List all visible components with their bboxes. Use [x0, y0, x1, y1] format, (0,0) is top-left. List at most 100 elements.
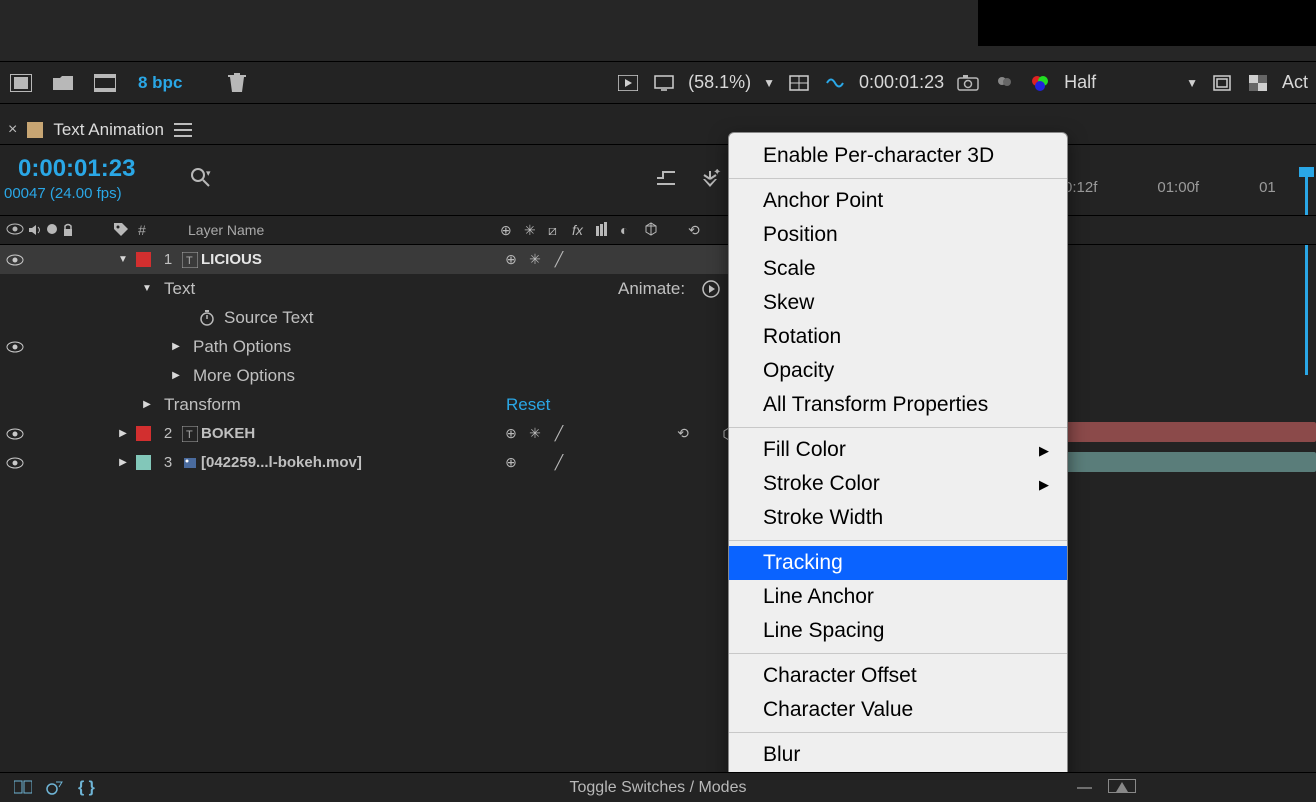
animate-menu-button[interactable] — [702, 280, 720, 298]
twirl-right-icon[interactable]: ▶ — [169, 370, 183, 381]
zoom-slider-icon[interactable] — [1108, 779, 1136, 793]
path-options-row[interactable]: ▶ Path Options — [0, 332, 728, 361]
viewer-timecode[interactable]: 0:00:01:23 — [859, 72, 944, 93]
color-management-icon[interactable] — [1028, 72, 1052, 94]
tab-menu-icon[interactable] — [174, 123, 192, 137]
tab-title[interactable]: Text Animation — [53, 120, 164, 140]
adjustment-column-icon[interactable]: ◐ — [620, 222, 638, 239]
more-options-row[interactable]: ▶ More Options — [0, 361, 728, 390]
layer-row[interactable]: ▶ 2 T BOKEH ⊕ ✳ ╱ ⟲ — [0, 419, 728, 448]
menu-item-fill-color[interactable]: Fill Color — [729, 433, 1067, 467]
quality-switch[interactable]: ╱ — [550, 425, 568, 443]
layer-bar[interactable] — [1064, 452, 1316, 472]
menu-item-blur[interactable]: Blur — [729, 738, 1067, 772]
text-group-row[interactable]: ▼ Text Animate: — [0, 274, 728, 303]
channels-icon[interactable] — [992, 72, 1016, 94]
active-camera-label[interactable]: Act — [1282, 72, 1308, 93]
solo-column-icon[interactable] — [46, 223, 58, 237]
trash-icon[interactable] — [224, 72, 250, 94]
current-time-display[interactable]: 0:00:01:23 — [18, 155, 135, 183]
menu-item-character-value[interactable]: Character Value — [729, 693, 1067, 727]
layer-color-chip[interactable] — [136, 455, 151, 470]
layer-bar[interactable] — [1064, 422, 1316, 442]
shy-switch[interactable]: ⊕ — [502, 425, 520, 443]
region-icon[interactable] — [1210, 72, 1234, 94]
motion-blur-column-icon[interactable] — [596, 222, 614, 239]
resolution-grid-icon[interactable] — [787, 72, 811, 94]
current-time-indicator[interactable] — [1305, 175, 1308, 375]
visibility-toggle[interactable] — [0, 457, 30, 469]
quality-switch[interactable]: ╱ — [550, 251, 568, 269]
layer-row[interactable]: ▶ 3 [042259...l-bokeh.mov] ⊕ ╱ — [0, 448, 728, 477]
timeline-ruler[interactable]: 0:12f 01:00f 01 — [1064, 179, 1316, 203]
twirl-down-icon[interactable]: ▼ — [140, 283, 154, 294]
layer-name[interactable]: BOKEH — [201, 425, 255, 442]
menu-item-character-offset[interactable]: Character Offset — [729, 659, 1067, 693]
twirl-right-icon[interactable]: ▶ — [140, 399, 154, 410]
resolution-dropdown[interactable]: Half — [1064, 72, 1174, 93]
parent-column-icon[interactable]: ⟲ — [688, 222, 706, 239]
menu-item-position[interactable]: Position — [729, 218, 1067, 252]
menu-item-anchor-point[interactable]: Anchor Point — [729, 184, 1067, 218]
snapshot-icon[interactable] — [956, 72, 980, 94]
twirl-down-icon[interactable]: ▼ — [116, 254, 130, 265]
menu-item-skew[interactable]: Skew — [729, 286, 1067, 320]
layer-name[interactable]: [042259...l-bokeh.mov] — [201, 454, 362, 471]
render-queue-icon[interactable]: ✦ — [699, 169, 721, 191]
3d-column-icon[interactable] — [644, 222, 662, 239]
collapse-switch[interactable]: ✳ — [526, 425, 544, 443]
layer-name[interactable]: LICIOUS — [201, 251, 262, 268]
menu-item-rotation[interactable]: Rotation — [729, 320, 1067, 354]
zoom-out-icon[interactable]: — — [1077, 779, 1092, 796]
menu-item-scale[interactable]: Scale — [729, 252, 1067, 286]
composition-icon[interactable] — [8, 72, 34, 94]
collapse-switch[interactable]: ✳ — [526, 251, 544, 269]
folder-icon[interactable] — [50, 72, 76, 94]
layer-color-chip[interactable] — [136, 426, 151, 441]
twirl-right-icon[interactable]: ▶ — [116, 428, 130, 439]
menu-item-per-char-3d[interactable]: Enable Per-character 3D — [729, 139, 1067, 173]
audio-column-icon[interactable] — [28, 223, 42, 237]
layer-row[interactable]: ▼ 1 T LICIOUS ⊕ ✳ ╱ — [0, 245, 728, 274]
twirl-right-icon[interactable]: ▶ — [169, 341, 183, 352]
visibility-toggle[interactable] — [0, 254, 30, 266]
layer-color-chip[interactable] — [136, 252, 151, 267]
visibility-toggle[interactable] — [0, 428, 30, 440]
mask-toggle-icon[interactable] — [823, 72, 847, 94]
visibility-toggle[interactable] — [0, 341, 30, 353]
transparency-grid-icon[interactable] — [1246, 72, 1270, 94]
twirl-right-icon[interactable]: ▶ — [116, 457, 130, 468]
frame-blend-column-icon[interactable]: ⧄ — [548, 222, 566, 239]
shy-switch[interactable]: ⊕ — [502, 251, 520, 269]
fx-column-icon[interactable]: fx — [572, 222, 590, 239]
effects-column-icon[interactable]: ✳ — [524, 222, 542, 239]
bpc-button[interactable]: 8 bpc — [138, 73, 182, 93]
preview-play-icon[interactable] — [616, 72, 640, 94]
menu-item-line-spacing[interactable]: Line Spacing — [729, 614, 1067, 648]
lock-column-icon[interactable] — [62, 223, 74, 237]
source-text-row[interactable]: Source Text — [0, 303, 728, 332]
adjustment-layer-icon[interactable] — [92, 72, 118, 94]
menu-item-all-transform[interactable]: All Transform Properties — [729, 388, 1067, 422]
menu-item-stroke-width[interactable]: Stroke Width — [729, 501, 1067, 535]
search-icon[interactable]: ▾ — [190, 167, 212, 189]
label-column-icon[interactable] — [113, 222, 129, 238]
graph-editor-icon[interactable] — [655, 169, 677, 191]
shy-column-icon[interactable]: ⊕ — [500, 222, 518, 239]
stopwatch-icon[interactable] — [198, 309, 216, 327]
quality-switch[interactable]: ╱ — [550, 454, 568, 472]
menu-item-stroke-color[interactable]: Stroke Color — [729, 467, 1067, 501]
menu-item-tracking[interactable]: Tracking — [729, 546, 1067, 580]
resolution-dropdown-icon[interactable]: ▼ — [1186, 76, 1198, 90]
visibility-column-icon[interactable] — [6, 223, 24, 237]
monitor-icon[interactable] — [652, 72, 676, 94]
transform-row[interactable]: ▶ Transform Reset — [0, 390, 728, 419]
menu-item-line-anchor[interactable]: Line Anchor — [729, 580, 1067, 614]
reset-button[interactable]: Reset — [506, 395, 550, 415]
zoom-dropdown-icon[interactable]: ▼ — [763, 76, 775, 90]
menu-item-opacity[interactable]: Opacity — [729, 354, 1067, 388]
zoom-percentage[interactable]: (58.1%) — [688, 72, 751, 93]
motion-blur-switch[interactable]: ⟲ — [674, 425, 692, 443]
shy-switch[interactable]: ⊕ — [502, 454, 520, 472]
close-tab-button[interactable]: × — [8, 121, 17, 139]
